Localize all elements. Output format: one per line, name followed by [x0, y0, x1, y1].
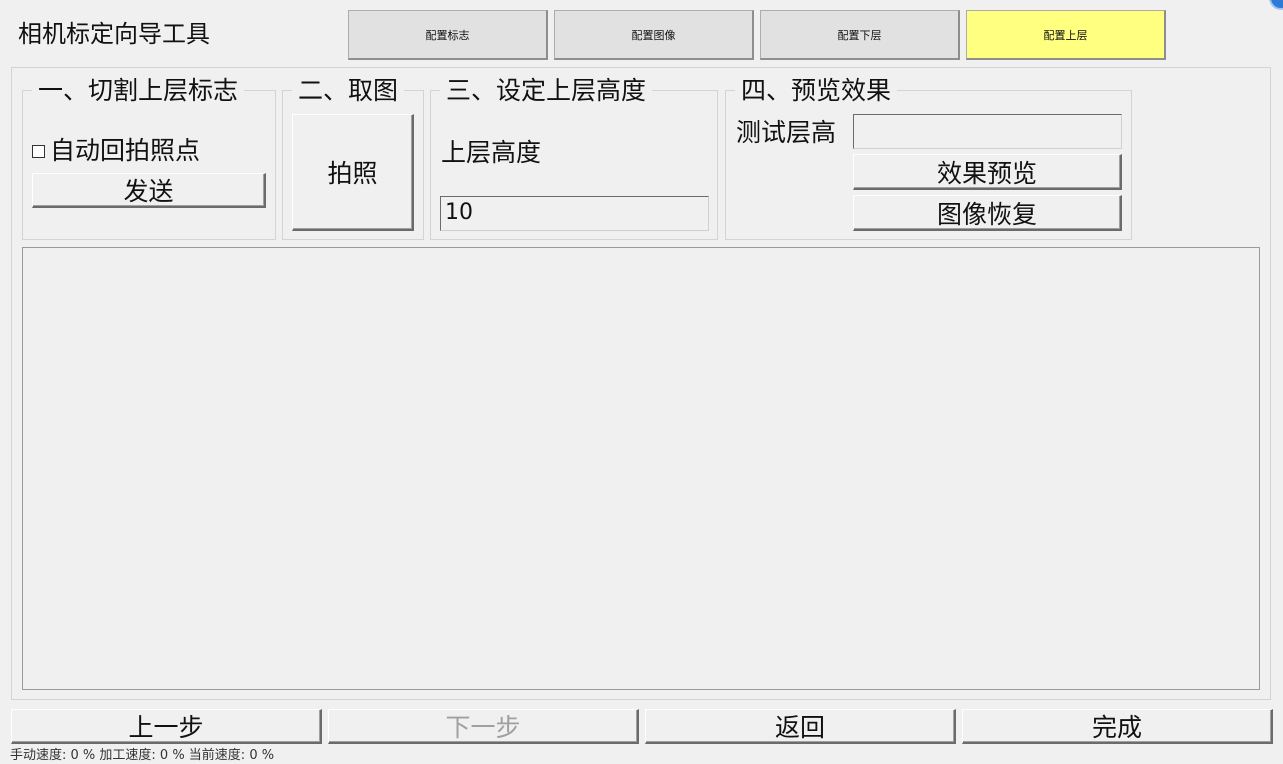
- restore-image-button[interactable]: 图像恢复: [853, 195, 1122, 231]
- auto-return-checkbox[interactable]: [32, 144, 45, 158]
- status-bar-text: 手动速度: 0 % 加工速度: 0 % 当前速度: 0 %: [10, 748, 275, 763]
- section-preview-title: 四、预览效果: [735, 72, 898, 110]
- send-button[interactable]: 发送: [32, 173, 266, 208]
- section-capture-title: 二、取图: [292, 72, 405, 110]
- back-button[interactable]: 返回: [645, 709, 956, 744]
- app-title: 相机标定向导工具: [18, 20, 210, 48]
- auto-return-checkbox-label: 自动回拍照点: [50, 136, 201, 165]
- auto-return-checkbox-row[interactable]: 自动回拍照点: [32, 133, 200, 169]
- upper-height-input[interactable]: 10: [440, 196, 709, 231]
- tab-config-marker[interactable]: 配置标志: [348, 10, 548, 60]
- preview-effect-button[interactable]: 效果预览: [853, 154, 1122, 190]
- test-height-input[interactable]: [853, 114, 1122, 149]
- window-corner-indicator: [1269, 0, 1283, 10]
- prev-step-button[interactable]: 上一步: [11, 709, 322, 744]
- upper-height-label: 上层高度: [441, 138, 542, 167]
- capture-button[interactable]: 拍照: [292, 114, 414, 231]
- tab-config-upper-layer[interactable]: 配置上层: [966, 10, 1166, 60]
- tab-config-lower-layer[interactable]: 配置下层: [760, 10, 960, 60]
- tab-config-image[interactable]: 配置图像: [554, 10, 754, 60]
- finish-button[interactable]: 完成: [962, 709, 1273, 744]
- image-display-area[interactable]: [22, 247, 1260, 690]
- section-cut-upper-marker-title: 一、切割上层标志: [32, 72, 245, 110]
- next-step-button[interactable]: 下一步: [328, 709, 639, 744]
- test-height-label: 测试层高: [736, 118, 837, 147]
- section-upper-height-title: 三、设定上层高度: [440, 72, 653, 110]
